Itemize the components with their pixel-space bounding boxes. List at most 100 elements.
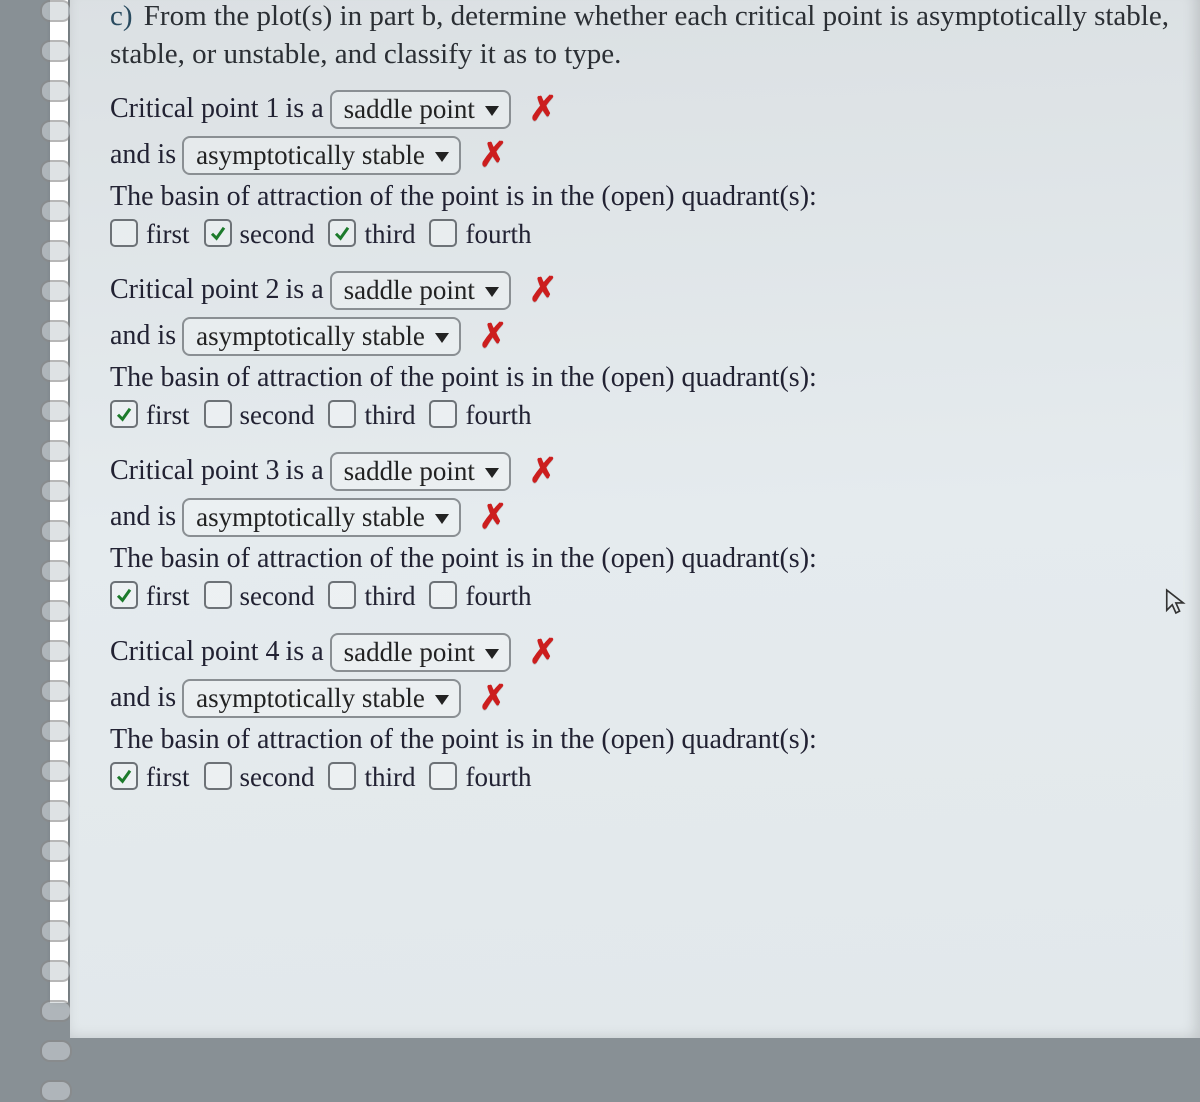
cp-type-value: saddle point — [344, 637, 475, 668]
wrong-icon: ✗ — [479, 678, 508, 718]
cp-title: Critical point 4 — [110, 636, 280, 668]
cp-stability-dropdown[interactable]: asymptotically stable — [182, 679, 461, 718]
quadrant-label: third — [364, 219, 415, 250]
quadrant-checkbox-row: first second third fourth — [110, 581, 1172, 612]
quadrant-label: third — [364, 400, 415, 431]
quadrant-option-fourth: fourth — [429, 581, 531, 612]
quadrant-checkbox-row: first second third fourth — [110, 219, 1172, 250]
cp-stability-dropdown[interactable]: asymptotically stable — [182, 317, 461, 356]
checkbox-first[interactable] — [110, 581, 138, 609]
cp-type-value: saddle point — [344, 94, 475, 125]
quadrant-checkbox-row: firstsecondthirdfourth — [110, 762, 1172, 793]
basin-text: The basin of attraction of the point is … — [110, 724, 1172, 756]
cp-stability-line: and is asymptotically stable ✗ — [110, 497, 1172, 537]
is-a-label: is a — [286, 455, 324, 487]
cp-type-line: Critical point 4 is a saddle point ✗ — [110, 632, 1172, 672]
checkbox-fourth[interactable] — [429, 219, 457, 247]
quadrant-option-third: third — [328, 762, 415, 793]
quadrant-label: fourth — [465, 400, 531, 431]
checkbox-second[interactable] — [204, 581, 232, 609]
chevron-down-icon — [435, 514, 449, 524]
chevron-down-icon — [485, 649, 499, 659]
quadrant-option-fourth: fourth — [429, 762, 531, 793]
cp-type-line: Critical point 2 is a saddle point ✗ — [110, 270, 1172, 310]
cp-stability-dropdown[interactable]: asymptotically stable — [182, 136, 461, 175]
wrong-icon: ✗ — [529, 270, 558, 310]
quadrant-label: first — [146, 400, 190, 431]
cp-type-value: saddle point — [344, 456, 475, 487]
cp-type-value: saddle point — [344, 275, 475, 306]
cp-title: Critical point 2 — [110, 274, 280, 306]
cp-stability-value: asymptotically stable — [196, 321, 425, 352]
question-prompt: c) From the plot(s) in part b, determine… — [110, 0, 1172, 73]
cp-type-dropdown[interactable]: saddle point — [330, 271, 511, 310]
checkbox-first[interactable] — [110, 762, 138, 790]
chevron-down-icon — [435, 333, 449, 343]
quadrant-label: second — [240, 219, 315, 250]
critical-point-block: Critical point 2 is a saddle point ✗and … — [110, 270, 1172, 431]
checkbox-second[interactable] — [204, 219, 232, 247]
checkbox-third[interactable] — [328, 219, 356, 247]
and-is-label: and is — [110, 501, 176, 533]
checkbox-third[interactable] — [328, 400, 356, 428]
question-page: c) From the plot(s) in part b, determine… — [70, 0, 1200, 1038]
checkbox-third[interactable] — [328, 762, 356, 790]
cp-title: Critical point 1 — [110, 93, 280, 125]
critical-point-block: Critical point 1 is a saddle point ✗and … — [110, 89, 1172, 250]
chevron-down-icon — [485, 106, 499, 116]
is-a-label: is a — [286, 274, 324, 306]
cp-type-line: Critical point 1 is a saddle point ✗ — [110, 89, 1172, 129]
quadrant-option-second: second — [204, 219, 315, 250]
cp-stability-value: asymptotically stable — [196, 140, 425, 171]
cp-stability-line: and is asymptotically stable ✗ — [110, 678, 1172, 718]
prompt-text: From the plot(s) in part b, determine wh… — [110, 0, 1169, 70]
wrong-icon: ✗ — [479, 497, 508, 537]
wrong-icon: ✗ — [529, 632, 558, 672]
basin-text: The basin of attraction of the point is … — [110, 362, 1172, 394]
cp-stability-dropdown[interactable]: asymptotically stable — [182, 498, 461, 537]
cp-type-dropdown[interactable]: saddle point — [330, 452, 511, 491]
chevron-down-icon — [435, 152, 449, 162]
wrong-icon: ✗ — [479, 316, 508, 356]
quadrant-option-first: first — [110, 219, 190, 250]
quadrant-option-third: third — [328, 581, 415, 612]
critical-point-block: Critical point 3 is a saddle point ✗and … — [110, 451, 1172, 612]
quadrant-label: first — [146, 581, 190, 612]
quadrant-option-second: second — [204, 400, 315, 431]
wrong-icon: ✗ — [529, 451, 558, 491]
part-label: c) — [110, 0, 133, 32]
wrong-icon: ✗ — [479, 135, 508, 175]
cp-stability-value: asymptotically stable — [196, 502, 425, 533]
checkbox-first[interactable] — [110, 219, 138, 247]
cp-stability-value: asymptotically stable — [196, 683, 425, 714]
quadrant-option-second: second — [204, 581, 315, 612]
quadrant-option-fourth: fourth — [429, 219, 531, 250]
and-is-label: and is — [110, 320, 176, 352]
checkbox-fourth[interactable] — [429, 400, 457, 428]
chevron-down-icon — [485, 287, 499, 297]
quadrant-option-third: third — [328, 400, 415, 431]
quadrant-option-first: first — [110, 400, 190, 431]
cp-stability-line: and is asymptotically stable ✗ — [110, 316, 1172, 356]
quadrant-label: first — [146, 762, 190, 793]
quadrant-label: third — [364, 762, 415, 793]
checkbox-fourth[interactable] — [429, 581, 457, 609]
quadrant-label: second — [240, 400, 315, 431]
checkbox-third[interactable] — [328, 581, 356, 609]
quadrant-label: fourth — [465, 219, 531, 250]
checkbox-second[interactable] — [204, 400, 232, 428]
cp-type-dropdown[interactable]: saddle point — [330, 633, 511, 672]
is-a-label: is a — [286, 636, 324, 668]
quadrant-option-first: first — [110, 762, 190, 793]
and-is-label: and is — [110, 139, 176, 171]
cp-type-dropdown[interactable]: saddle point — [330, 90, 511, 129]
cp-stability-line: and is asymptotically stable ✗ — [110, 135, 1172, 175]
checkbox-fourth[interactable] — [429, 762, 457, 790]
quadrant-option-fourth: fourth — [429, 400, 531, 431]
quadrant-label: third — [364, 581, 415, 612]
quadrant-label: fourth — [465, 762, 531, 793]
checkbox-first[interactable] — [110, 400, 138, 428]
quadrant-option-first: first — [110, 581, 190, 612]
checkbox-second[interactable] — [204, 762, 232, 790]
is-a-label: is a — [286, 93, 324, 125]
